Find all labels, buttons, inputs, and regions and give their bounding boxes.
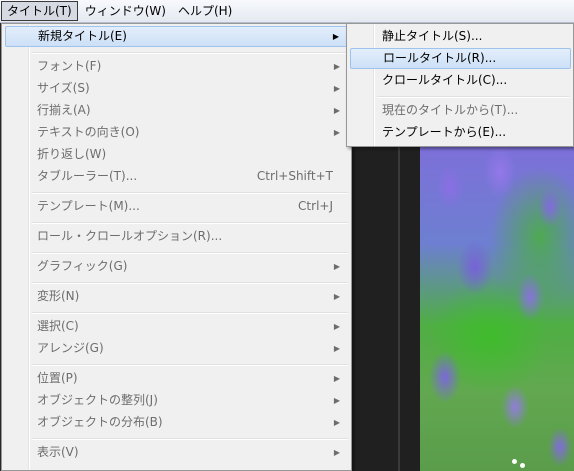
submenu-arrow-icon: ▶ [333, 84, 340, 93]
panel-gap [352, 147, 422, 471]
submenu-arrow-icon: ▶ [333, 292, 340, 301]
submenu-arrow-icon: ▶ [333, 322, 340, 331]
menu-item-label: テンプレート(M)... [37, 199, 140, 213]
menu-bar: タイトル(T) ウィンドウ(W) ヘルプ(H) [0, 0, 574, 23]
menu-item-label: アレンジ(G) [37, 341, 104, 355]
menu-item-label: テキストの向き(O) [37, 125, 140, 139]
submenu-arrow-icon: ▶ [332, 32, 339, 41]
menu-separator [32, 222, 348, 224]
menu-title[interactable]: タイトル(T) [1, 1, 78, 21]
submenu-item-label: クロールタイトル(C)... [382, 73, 508, 87]
submenu-arrow-icon: ▶ [333, 374, 340, 383]
panel-divider [398, 147, 400, 471]
submenu-arrow-icon: ▶ [333, 448, 340, 457]
menu-item-label: オブジェクトの分布(B) [37, 415, 163, 429]
submenu-arrow-icon: ▶ [333, 128, 340, 137]
menu-item-shortcut: Ctrl+Shift+T [256, 169, 333, 183]
menu-item-tab-ruler[interactable]: タブルーラー(T)... Ctrl+Shift+T [5, 166, 348, 187]
submenu-item-label: ロールタイトル(R)... [383, 51, 497, 65]
menu-window[interactable]: ウィンドウ(W) [80, 1, 171, 21]
submenu-arrow-icon: ▶ [333, 262, 340, 271]
menu-separator [32, 192, 348, 194]
menu-separator [32, 252, 348, 254]
menu-item-template[interactable]: テンプレート(M)... Ctrl+J [5, 196, 348, 217]
submenu-item-from-current-title[interactable]: 現在のタイトルから(T)... [350, 100, 571, 121]
menu-item-label: サイズ(S) [37, 81, 90, 95]
menu-separator [32, 312, 348, 314]
preview-image [420, 147, 574, 471]
new-title-submenu: 静止タイトル(S)... ロールタイトル(R)... クロールタイトル(C)..… [346, 23, 574, 147]
menu-item-label: オブジェクトの整列(J) [37, 393, 158, 407]
menu-item-label: 変形(N) [37, 289, 80, 303]
menu-item-align-objects[interactable]: オブジェクトの整列(J) ▶ [5, 390, 348, 411]
submenu-arrow-icon: ▶ [333, 62, 340, 71]
submenu-item-label: 現在のタイトルから(T)... [382, 103, 519, 117]
menu-separator [32, 364, 348, 366]
menu-item-label: 新規タイトル(E) [38, 29, 127, 43]
submenu-item-label: テンプレートから(E)... [382, 125, 507, 139]
submenu-item-from-template[interactable]: テンプレートから(E)... [350, 122, 571, 143]
menu-item-font[interactable]: フォント(F) ▶ [5, 56, 348, 77]
menu-item-arrange[interactable]: アレンジ(G) ▶ [5, 338, 348, 359]
menu-item-text-orientation[interactable]: テキストの向き(O) ▶ [5, 122, 348, 143]
title-menu-dropdown: 新規タイトル(E) ▶ フォント(F) ▶ サイズ(S) ▶ 行揃え(A) ▶ … [1, 23, 352, 471]
submenu-item-label: 静止タイトル(S)... [382, 29, 483, 43]
menu-item-label: 位置(P) [37, 371, 78, 385]
menu-item-transform[interactable]: 変形(N) ▶ [5, 286, 348, 307]
menu-item-shortcut: Ctrl+J [298, 199, 333, 213]
submenu-arrow-icon: ▶ [333, 344, 340, 353]
submenu-arrow-icon: ▶ [333, 106, 340, 115]
menu-item-label: グラフィック(G) [37, 259, 128, 273]
menu-separator [32, 438, 348, 440]
menu-help[interactable]: ヘルプ(H) [173, 1, 237, 21]
menu-item-new-title[interactable]: 新規タイトル(E) ▶ [5, 26, 348, 47]
submenu-arrow-icon: ▶ [333, 396, 340, 405]
menu-item-align[interactable]: 行揃え(A) ▶ [5, 100, 348, 121]
menu-item-view[interactable]: 表示(V) ▶ [5, 442, 348, 463]
menu-item-distribute-objects[interactable]: オブジェクトの分布(B) ▶ [5, 412, 348, 433]
menu-item-select[interactable]: 選択(C) ▶ [5, 316, 348, 337]
menu-item-size[interactable]: サイズ(S) ▶ [5, 78, 348, 99]
menu-item-label: 行揃え(A) [37, 103, 91, 117]
submenu-item-still-title[interactable]: 静止タイトル(S)... [350, 26, 571, 47]
menu-item-label: 選択(C) [37, 319, 79, 333]
menu-item-label: 表示(V) [37, 445, 79, 459]
menu-separator [32, 282, 348, 284]
menu-item-label: タブルーラー(T)... [37, 169, 138, 183]
menu-item-position[interactable]: 位置(P) ▶ [5, 368, 348, 389]
menu-item-roll-crawl-options[interactable]: ロール・クロールオプション(R)... [5, 226, 348, 247]
submenu-item-roll-title[interactable]: ロールタイトル(R)... [350, 48, 571, 69]
menu-item-wrap[interactable]: 折り返し(W) [5, 144, 348, 165]
menu-item-label: 折り返し(W) [37, 147, 107, 161]
submenu-arrow-icon: ▶ [333, 418, 340, 427]
submenu-item-crawl-title[interactable]: クロールタイトル(C)... [350, 70, 571, 91]
menu-item-label: ロール・クロールオプション(R)... [37, 229, 223, 243]
menu-separator [32, 52, 348, 54]
menu-item-label: フォント(F) [37, 59, 102, 73]
menu-item-graphic[interactable]: グラフィック(G) ▶ [5, 256, 348, 277]
menu-separator [377, 96, 569, 98]
